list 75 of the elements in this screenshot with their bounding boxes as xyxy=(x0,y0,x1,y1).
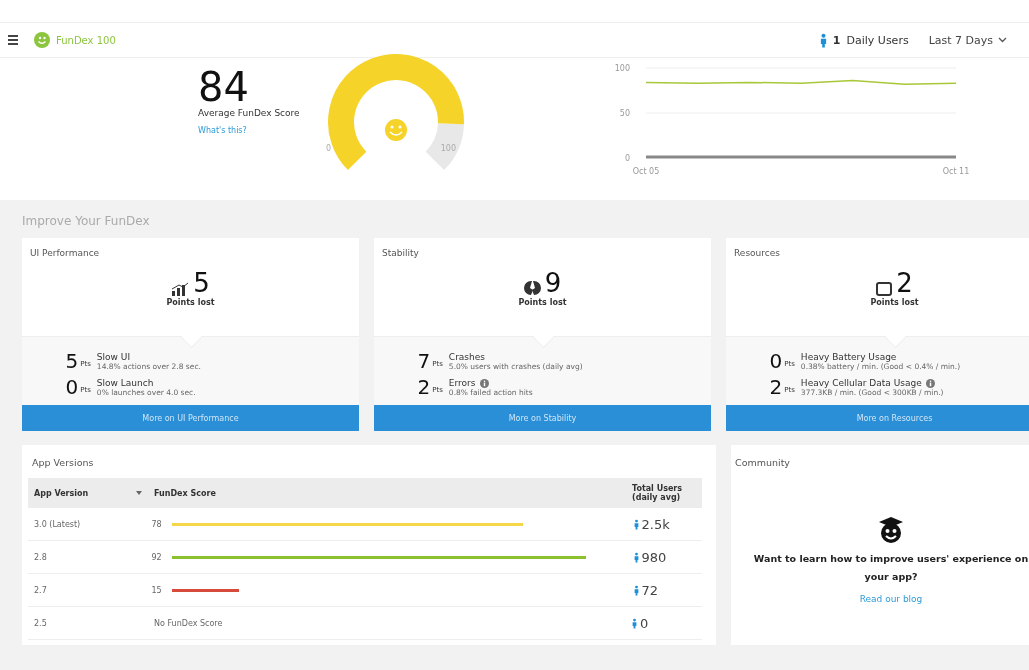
points-lost-label: Points lost xyxy=(870,298,919,307)
score-cell: No FunDex Score xyxy=(154,618,223,628)
x-tick-label: Oct 11 xyxy=(942,167,970,176)
more-button[interactable]: More on Stability xyxy=(374,405,711,431)
person-icon xyxy=(633,584,639,596)
score-label: Average FunDex Score xyxy=(198,108,301,118)
info-icon[interactable] xyxy=(925,378,935,388)
points-lost-value: 2 xyxy=(896,270,913,296)
y-tick-label: 100 xyxy=(614,64,630,73)
version-cell: 2.7 xyxy=(34,585,47,595)
more-button[interactable]: More on UI Performance xyxy=(22,405,359,431)
app-name: FunDex 100 xyxy=(56,34,116,46)
broken-circle-icon xyxy=(523,280,541,296)
column-header: FunDex Score xyxy=(154,488,216,498)
sort-icon[interactable] xyxy=(136,491,142,495)
item-name: Heavy Battery Usage xyxy=(800,352,897,362)
more-button[interactable]: More on Resources xyxy=(726,405,1029,431)
item-points: 2 xyxy=(417,377,431,397)
blog-link[interactable]: Read our blog xyxy=(859,594,923,604)
card-title: UI Performance xyxy=(29,247,101,258)
item-name: Errors xyxy=(448,378,476,388)
panel-title: App Versions xyxy=(31,456,95,470)
column-header: Total Users (daily avg) xyxy=(632,484,683,502)
score-cell: 78 xyxy=(151,519,162,529)
score-value: 84 xyxy=(198,66,249,108)
item-points: 5 xyxy=(65,351,79,371)
person-icon xyxy=(633,518,639,530)
whats-this-link[interactable]: What's this? xyxy=(198,126,247,135)
item-points: 7 xyxy=(417,351,431,371)
section-title: Improve Your FunDex xyxy=(22,214,151,228)
y-tick-label: 0 xyxy=(624,154,630,163)
item-points: 0 xyxy=(65,377,79,397)
version-cell: 2.5 xyxy=(34,618,47,628)
gauge-min: 0 xyxy=(326,144,332,153)
points-lost-label: Points lost xyxy=(518,298,567,307)
item-points: 0 xyxy=(769,351,783,371)
score-cell: 92 xyxy=(151,552,162,562)
x-tick-label: Oct 05 xyxy=(632,167,660,176)
version-cell: 2.8 xyxy=(34,552,47,562)
card-title: Stability xyxy=(381,247,420,258)
info-icon[interactable] xyxy=(479,378,489,388)
panel-title: Community xyxy=(734,456,791,470)
person-icon xyxy=(632,617,637,629)
item-name: Slow UI xyxy=(96,352,131,362)
users-cell: 72 xyxy=(641,582,659,598)
users-cell: 980 xyxy=(641,549,667,565)
users-cell: 0 xyxy=(640,615,649,631)
points-lost-value: 9 xyxy=(544,270,562,296)
version-cell: 3.0 (Latest) xyxy=(34,519,81,529)
smiley-icon xyxy=(385,119,407,141)
column-header[interactable]: App Version xyxy=(34,488,89,498)
bar-chart-icon xyxy=(171,282,190,296)
users-cell: 2.5k xyxy=(641,516,670,532)
caret-icon xyxy=(998,37,1007,43)
period-dropdown[interactable]: Last 7 Days xyxy=(928,33,1007,47)
tablet-icon xyxy=(876,282,893,296)
menu-icon[interactable] xyxy=(8,35,18,45)
daily-users-count: 1 xyxy=(832,33,841,47)
community-text: Want to learn how to improve users' experience on your app? xyxy=(752,552,1029,584)
item-name: Crashes xyxy=(448,352,485,362)
item-name: Slow Launch xyxy=(96,378,154,388)
item-points: 2 xyxy=(769,377,783,397)
points-lost-value: 5 xyxy=(193,270,210,296)
gauge-track xyxy=(425,122,464,170)
graduate-smiley-icon xyxy=(878,516,904,544)
person-icon xyxy=(819,32,827,48)
gauge-max: 100 xyxy=(440,144,456,153)
smiley-logo-icon xyxy=(34,32,50,48)
daily-users-label: Daily Users xyxy=(846,33,909,47)
score-cell: 15 xyxy=(151,585,162,595)
y-tick-label: 50 xyxy=(619,109,630,118)
card-title: Resources xyxy=(733,247,781,258)
person-icon xyxy=(633,551,639,563)
points-lost-label: Points lost xyxy=(166,298,215,307)
item-name: Heavy Cellular Data Usage xyxy=(800,378,922,388)
